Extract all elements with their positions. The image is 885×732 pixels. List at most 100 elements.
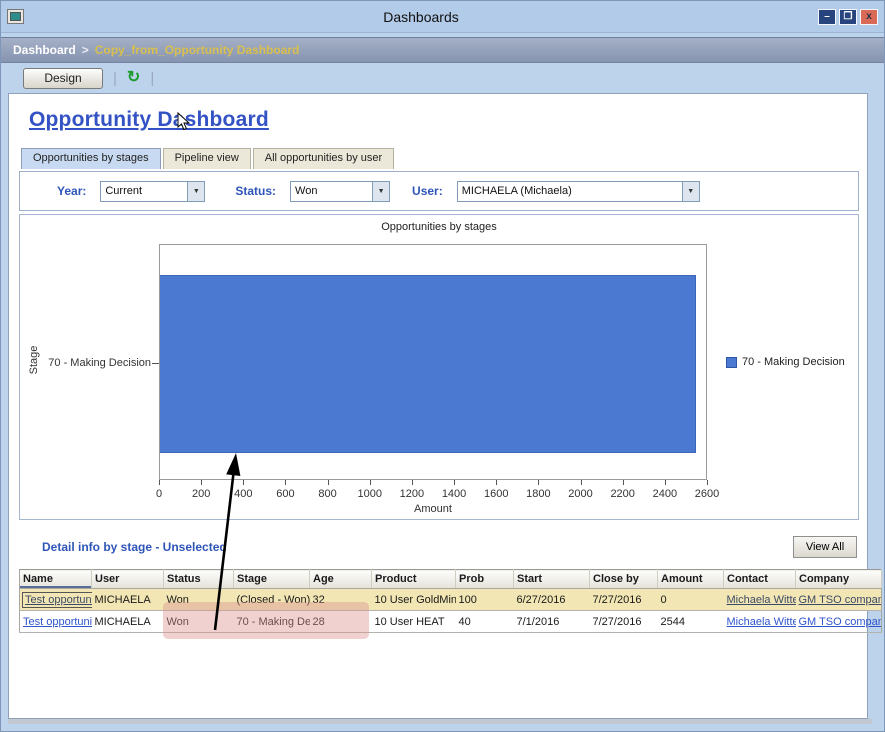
app-icon-glyph [10,12,21,21]
toolbar-separator: | [113,70,117,87]
view-all-button[interactable]: View All [793,536,857,558]
detail-table: NameUserStatusStageAgeProductProbStartCl… [19,569,882,633]
title-bar: Dashboards – ❒ x [1,1,884,33]
cell-company: GM TSO company [796,611,882,633]
y-tick-label: 70 - Making Decision [20,357,151,369]
chevron-down-icon: ▼ [372,182,389,201]
chevron-down-icon: ▼ [682,182,699,201]
breadcrumb-current: Copy_from_Opportunity Dashboard [95,43,300,57]
dashboard-title-link[interactable]: Opportunity Dashboard [29,108,269,131]
dashboards-window: Dashboards – ❒ x Dashboard > Copy_from_O… [0,0,885,732]
chart-plot-area [159,244,707,480]
x-tick-mark [412,480,413,485]
y-tick-mark [152,363,159,364]
year-label: Year: [57,184,86,198]
design-button[interactable]: Design [23,68,103,89]
x-tick-mark [454,480,455,485]
x-tick-mark [285,480,286,485]
link-name[interactable]: Test opportunity [23,616,92,628]
x-tick-mark [538,480,539,485]
column-header-contact[interactable]: Contact [724,570,796,589]
page-title: Opportunity Dashboard [29,106,867,132]
bar-70-making-decision[interactable] [160,275,696,453]
detail-title: Detail info by stage - Unselected [42,540,227,554]
column-header-prob[interactable]: Prob [456,570,514,589]
column-header-company[interactable]: Company [796,570,882,589]
column-header-stage[interactable]: Stage [234,570,310,589]
maximize-button[interactable]: ❒ [839,9,857,25]
x-tick-mark [581,480,582,485]
column-header-age[interactable]: Age [310,570,372,589]
column-header-start[interactable]: Start [514,570,590,589]
x-tick-mark [243,480,244,485]
column-header-status[interactable]: Status [164,570,234,589]
cell-status: Won [164,611,234,633]
x-tick-mark [665,480,666,485]
tab-strip: Opportunities by stagesPipeline viewAll … [21,148,867,169]
breadcrumb-separator: > [82,43,89,57]
x-tick-mark [328,480,329,485]
cell-stage: 70 - Making Decision [234,611,310,633]
chart-legend: 70 - Making Decision [726,356,845,368]
tab-pipeline-view[interactable]: Pipeline view [163,148,251,169]
tab-all-opportunities-by-user[interactable]: All opportunities by user [253,148,394,169]
table-row[interactable]: Test opportunityMICHAELAWon(Closed - Won… [20,589,882,611]
cell-amount: 0 [658,589,724,611]
cell-close-by: 7/27/2016 [590,611,658,633]
status-label: Status: [235,184,276,198]
mouse-cursor-icon [177,112,191,132]
cell-close-by: 7/27/2016 [590,589,658,611]
dashboard-content: Opportunity Dashboard Opportunities by s… [8,93,868,719]
cell-product: 10 User GoldMine [372,589,456,611]
table-row[interactable]: Test opportunityMICHAELAWon70 - Making D… [20,611,882,633]
cell-age: 28 [310,611,372,633]
detail-header: Detail info by stage - Unselected View A… [19,534,859,560]
toolbar: Design | ↻ | [1,63,884,93]
refresh-icon[interactable]: ↻ [127,70,140,86]
breadcrumb-root[interactable]: Dashboard [13,43,76,57]
user-label: User: [412,184,443,198]
filter-panel: Year: Current ▼ Status: Won ▼ User: MICH… [19,171,859,211]
link-company[interactable]: GM TSO company [799,594,882,606]
x-tick-mark [496,480,497,485]
cell-start: 7/1/2016 [514,611,590,633]
tab-opportunities-by-stages[interactable]: Opportunities by stages [21,148,161,169]
window-title: Dashboards [24,9,818,25]
window-bottom-edge [8,719,872,724]
cell-user: MICHAELA [92,589,164,611]
x-tick-mark [159,480,160,485]
toolbar-separator: | [150,70,154,87]
link-contact[interactable]: Michaela Witte [727,594,796,606]
column-header-product[interactable]: Product [372,570,456,589]
cell-stage: (Closed - Won) [234,589,310,611]
cell-start: 6/27/2016 [514,589,590,611]
minimize-button[interactable]: – [818,9,836,25]
cell-product: 10 User HEAT [372,611,456,633]
cell-name: Test opportunity [20,611,92,633]
legend-label: 70 - Making Decision [742,356,845,368]
cell-age: 32 [310,589,372,611]
x-tick-mark [623,480,624,485]
cell-contact: Michaela Witte [724,611,796,633]
status-select[interactable]: Won ▼ [290,181,390,202]
chart-title: Opportunities by stages [20,221,858,233]
x-tick-mark [707,480,708,485]
link-name[interactable]: Test opportunity [23,593,92,607]
column-header-user[interactable]: User [92,570,164,589]
cell-company: GM TSO company [796,589,882,611]
app-icon [7,9,24,24]
chevron-down-icon: ▼ [187,182,204,201]
link-company[interactable]: GM TSO company [799,616,882,628]
column-header-amount[interactable]: Amount [658,570,724,589]
x-tick-label: 2600 [677,488,737,500]
close-button[interactable]: x [860,9,878,25]
cell-status: Won [164,589,234,611]
x-axis-title: Amount [159,503,707,515]
user-select[interactable]: MICHAELA (Michaela) ▼ [457,181,700,202]
breadcrumb: Dashboard > Copy_from_Opportunity Dashbo… [1,37,884,63]
cell-user: MICHAELA [92,611,164,633]
column-header-name[interactable]: Name [20,570,92,589]
link-contact[interactable]: Michaela Witte [727,616,796,628]
column-header-close-by[interactable]: Close by [590,570,658,589]
year-select[interactable]: Current ▼ [100,181,205,202]
